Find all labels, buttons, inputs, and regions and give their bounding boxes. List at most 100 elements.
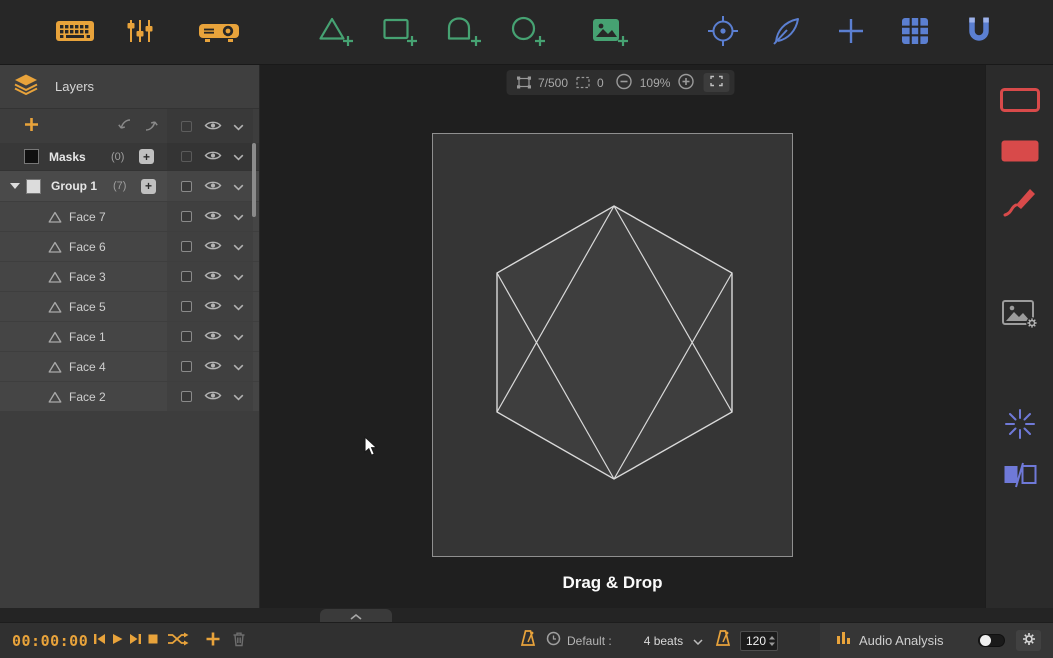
group-color-swatch[interactable] (26, 179, 41, 194)
selection-count-value: 0 (597, 76, 604, 90)
face-expand-button[interactable] (233, 299, 244, 314)
bpm-stepper-arrows[interactable] (768, 634, 776, 648)
face-layer-row[interactable]: Face 3 (0, 261, 259, 291)
visibility-all-button[interactable] (204, 119, 222, 134)
move-layer-down-button[interactable] (117, 118, 133, 135)
beats-value: 4 beats (644, 634, 683, 648)
masks-checkbox[interactable] (181, 151, 192, 162)
add-point-button[interactable] (831, 10, 871, 54)
face-expand-button[interactable] (233, 359, 244, 374)
group-layer-row[interactable]: Group 1 (7) + (0, 171, 259, 201)
face-layer-row[interactable]: Face 2 (0, 381, 259, 411)
face-layer-row[interactable]: Face 5 (0, 291, 259, 321)
shuffle-icon (167, 632, 189, 649)
masks-expand-button[interactable] (233, 149, 244, 164)
chevron-down-icon (233, 329, 244, 344)
beats-dropdown[interactable]: 4 beats (644, 634, 703, 648)
face-expand-button[interactable] (233, 389, 244, 404)
panel-scrollbar[interactable] (252, 143, 256, 217)
add-shape-to-group-button[interactable]: + (141, 179, 156, 194)
face-visibility-button[interactable] (204, 239, 222, 254)
grid-button[interactable] (895, 10, 935, 54)
face-visibility-button[interactable] (204, 209, 222, 224)
mask-outline-button[interactable] (1000, 83, 1040, 119)
audio-analysis-toggle[interactable] (978, 634, 1005, 647)
mapping-stage[interactable] (432, 133, 793, 557)
move-layer-up-button[interactable] (143, 118, 159, 135)
audio-settings-button[interactable] (1016, 630, 1041, 651)
effects-button[interactable] (1000, 407, 1040, 443)
select-all-checkbox[interactable] (181, 121, 192, 132)
add-arch-button[interactable] (444, 10, 484, 54)
blend-mode-button[interactable] (1000, 458, 1040, 494)
keyboard-mapping-button[interactable] (55, 10, 95, 54)
face-visibility-button[interactable] (204, 359, 222, 374)
face-layer-row[interactable]: Face 7 (0, 201, 259, 231)
face-visibility-button[interactable] (204, 269, 222, 284)
paint-button[interactable] (1000, 185, 1040, 221)
output-button[interactable] (199, 10, 239, 54)
face-checkbox[interactable] (181, 211, 192, 222)
face-checkbox[interactable] (181, 331, 192, 342)
add-sequence-button[interactable] (204, 632, 222, 650)
add-layer-button[interactable] (24, 117, 39, 135)
timeline-expand-tab[interactable] (320, 609, 392, 622)
face-visibility-button[interactable] (204, 299, 222, 314)
face-visibility-button[interactable] (204, 389, 222, 404)
face-visibility-button[interactable] (204, 329, 222, 344)
snap-magnet-button[interactable] (959, 10, 999, 54)
face-expand-button[interactable] (233, 209, 244, 224)
face-layer-row[interactable]: Face 1 (0, 321, 259, 351)
chevron-down-icon (233, 119, 244, 134)
add-ellipse-button[interactable] (508, 10, 548, 54)
face-checkbox[interactable] (181, 301, 192, 312)
masks-layer-row[interactable]: Masks (0) + (0, 143, 259, 171)
mask-fill-button[interactable] (1000, 134, 1040, 170)
group-visibility-button[interactable] (204, 179, 222, 194)
group-label: Group 1 (51, 179, 113, 193)
face-expand-button[interactable] (233, 269, 244, 284)
add-image-button[interactable] (590, 10, 630, 54)
shuffle-button[interactable] (166, 632, 190, 650)
free-draw-button[interactable] (767, 10, 807, 54)
masks-color-swatch[interactable] (24, 149, 39, 164)
add-triangle-button[interactable] (316, 10, 356, 54)
face-expand-button[interactable] (233, 239, 244, 254)
delete-sequence-button[interactable] (230, 632, 248, 650)
chevron-down-icon (233, 209, 244, 224)
face-checkbox[interactable] (181, 271, 192, 282)
skip-start-button[interactable] (90, 632, 108, 650)
stop-button[interactable] (144, 632, 162, 650)
skip-start-icon (92, 632, 107, 649)
play-button[interactable] (108, 632, 126, 650)
layer-label: Face 6 (69, 240, 131, 254)
keyboard-icon (54, 18, 96, 47)
add-mask-button[interactable]: + (139, 149, 154, 164)
transport-bar: 00:00:00 Default : 4 beats (0, 622, 1053, 658)
center-view-icon (706, 14, 740, 51)
collapse-all-button[interactable] (233, 119, 244, 134)
media-settings-button[interactable] (1000, 297, 1040, 333)
group-checkbox[interactable] (181, 181, 192, 192)
face-layer-row[interactable]: Face 6 (0, 231, 259, 261)
canvas-area[interactable]: 7/500 0 109% Drag & Drop (261, 65, 984, 608)
chevron-down-icon (233, 389, 244, 404)
expander-triangle-icon[interactable] (10, 183, 20, 189)
face-checkbox[interactable] (181, 391, 192, 402)
face-checkbox[interactable] (181, 241, 192, 252)
masks-visibility-button[interactable] (204, 149, 222, 164)
bpm-input[interactable] (744, 634, 768, 648)
zoom-out-button[interactable] (616, 73, 633, 93)
skip-end-button[interactable] (126, 632, 144, 650)
group-expand-button[interactable] (233, 179, 244, 194)
face-expand-button[interactable] (233, 329, 244, 344)
zoom-in-button[interactable] (677, 73, 694, 93)
chevron-down-icon (233, 149, 244, 164)
center-view-button[interactable] (703, 10, 743, 54)
fit-view-button[interactable] (703, 73, 729, 92)
controls-panel-button[interactable] (120, 10, 160, 54)
add-rectangle-button[interactable] (380, 10, 420, 54)
face-checkbox[interactable] (181, 361, 192, 372)
face-layer-row[interactable]: Face 4 (0, 351, 259, 381)
hexagon-faces-shape[interactable] (433, 134, 794, 558)
